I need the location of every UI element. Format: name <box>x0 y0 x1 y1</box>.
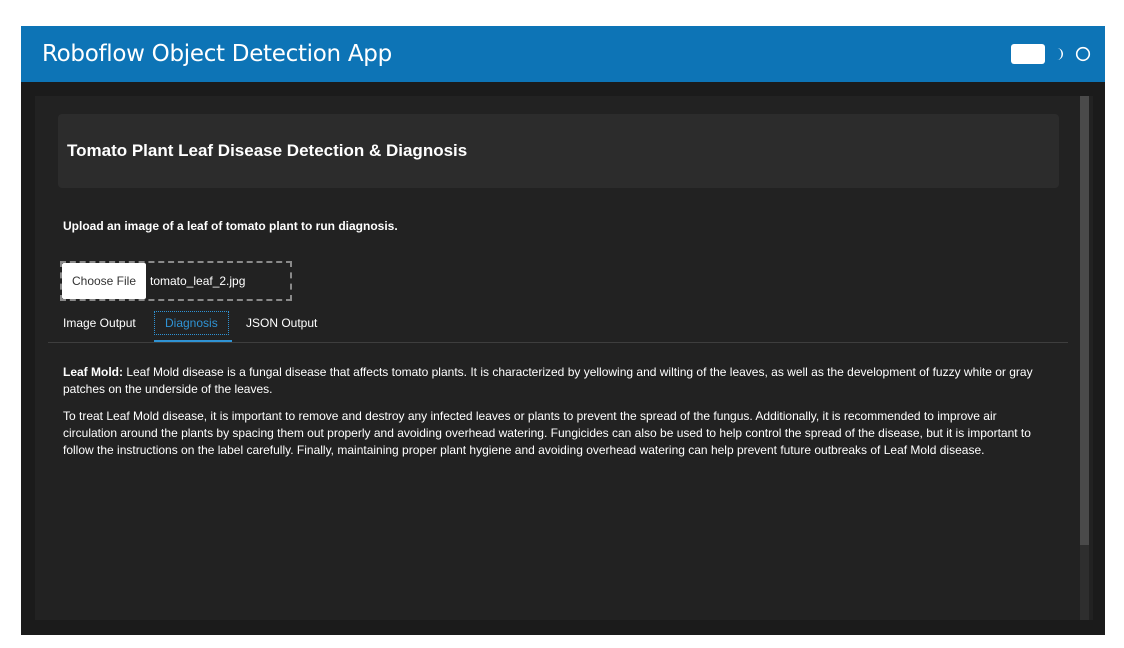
content-panel: Tomato Plant Leaf Disease Detection & Di… <box>35 96 1093 620</box>
page-title: Tomato Plant Leaf Disease Detection & Di… <box>67 141 468 160</box>
theme-controls <box>1011 42 1091 66</box>
scrollbar-thumb[interactable] <box>1080 96 1089 545</box>
app-header: Roboflow Object Detection App <box>21 26 1105 82</box>
treatment-paragraph: To treat Leaf Mold disease, it is import… <box>63 409 1031 457</box>
active-tab-indicator <box>154 340 232 342</box>
choose-file-button[interactable]: Choose File <box>62 263 146 299</box>
output-tabs: Image Output Diagnosis JSON Output <box>48 309 1068 343</box>
title-card: Tomato Plant Leaf Disease Detection & Di… <box>58 114 1059 188</box>
tab-image-output[interactable]: Image Output <box>63 316 136 330</box>
app-window: Roboflow Object Detection App Tomato Pla… <box>21 26 1105 635</box>
sun-icon[interactable] <box>1075 46 1091 62</box>
vertical-scrollbar[interactable] <box>1080 96 1089 620</box>
moon-icon[interactable] <box>1053 47 1067 61</box>
app-title: Roboflow Object Detection App <box>42 41 392 67</box>
file-upload-dropzone[interactable]: Choose File tomato_leaf_2.jpg <box>60 261 292 301</box>
diagnosis-output: Leaf Mold: Leaf Mold disease is a fungal… <box>63 364 1053 469</box>
disease-description: Leaf Mold disease is a fungal disease th… <box>63 365 1033 396</box>
tab-diagnosis[interactable]: Diagnosis <box>154 311 229 335</box>
tab-json-output[interactable]: JSON Output <box>246 316 317 330</box>
selected-file-name: tomato_leaf_2.jpg <box>150 274 246 288</box>
upload-instruction: Upload an image of a leaf of tomato plan… <box>63 219 398 233</box>
theme-toggle-switch[interactable] <box>1011 44 1045 64</box>
disease-name: Leaf Mold: <box>63 365 123 379</box>
disease-description-paragraph: Leaf Mold: Leaf Mold disease is a fungal… <box>63 364 1053 398</box>
